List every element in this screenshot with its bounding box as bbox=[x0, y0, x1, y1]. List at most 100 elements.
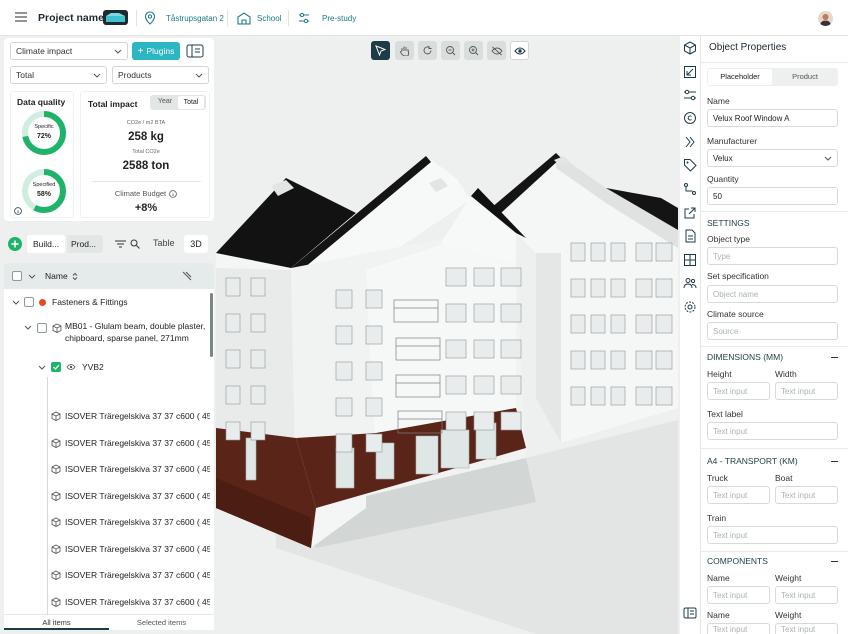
settings-sliders-icon[interactable] bbox=[683, 88, 697, 102]
collapse-panel-icon[interactable] bbox=[683, 606, 697, 620]
building-window bbox=[590, 314, 606, 334]
document-icon[interactable] bbox=[683, 229, 697, 243]
connections-icon[interactable] bbox=[683, 182, 697, 196]
name-column-header[interactable]: Name bbox=[45, 271, 68, 281]
tree-panel: Name Fasteners & Fittings MB01 - Glulam … bbox=[4, 263, 214, 630]
tab-prod[interactable]: Prod... bbox=[67, 235, 103, 253]
project-name[interactable]: Project name bbox=[38, 12, 104, 24]
tab-selected-items[interactable]: Selected items bbox=[109, 615, 214, 630]
orange-dot-icon bbox=[39, 298, 46, 306]
add-item-button[interactable] bbox=[8, 237, 22, 251]
collapse-minus-icon[interactable] bbox=[831, 357, 838, 358]
tree-leaf-row[interactable]: ISOVER Träregelskiva 37 37 c600 ( 45 bbox=[4, 483, 210, 509]
height-input[interactable]: Text input bbox=[707, 382, 770, 400]
tree-leaf-row[interactable]: ISOVER Träregelskiva 37 37 c600 ( 45 bbox=[4, 562, 210, 588]
building-window bbox=[473, 375, 495, 395]
tab-all-items[interactable]: All items bbox=[4, 615, 109, 630]
name-input[interactable]: Velux Roof Window A bbox=[707, 109, 838, 127]
building-model[interactable] bbox=[216, 38, 678, 634]
leaf-label: ISOVER Träregelskiva 37 37 c600 ( 45 bbox=[65, 517, 210, 527]
tab-3d[interactable]: 3D bbox=[184, 235, 208, 253]
tree-leaf-row[interactable]: ISOVER Träregelskiva 37 37 c600 ( 45 bbox=[4, 430, 210, 456]
specified-value: 58% bbox=[36, 191, 51, 198]
cube-outline-icon bbox=[51, 411, 61, 421]
tab-product[interactable]: Product bbox=[773, 69, 837, 85]
gear-icon[interactable] bbox=[683, 300, 697, 314]
component-name-input-2[interactable]: Text input bbox=[707, 623, 770, 634]
leaf-label: ISOVER Träregelskiva 37 37 c600 ( 45 bbox=[65, 543, 210, 554]
specific-donut: Specific 72% bbox=[21, 110, 67, 156]
tree-leaf-row[interactable]: ISOVER Träregelskiva 37 37 c600 ( 45 bbox=[4, 589, 210, 615]
building-type-link[interactable]: School bbox=[237, 0, 281, 36]
collapse-icon[interactable] bbox=[182, 271, 192, 281]
boat-input[interactable]: Text input bbox=[775, 486, 838, 504]
co2-icon[interactable] bbox=[683, 111, 697, 125]
width-input[interactable]: Text input bbox=[775, 382, 838, 400]
component-weight-input-2[interactable]: Text input bbox=[775, 623, 838, 634]
chevron-down-icon[interactable] bbox=[24, 325, 32, 330]
year-total-toggle[interactable]: Year Total bbox=[150, 95, 206, 110]
group-checkbox[interactable] bbox=[24, 297, 34, 307]
total-select[interactable]: Total bbox=[10, 66, 107, 84]
location-link[interactable]: Tåstrupsgatan 2 bbox=[144, 0, 224, 36]
menu-icon[interactable] bbox=[15, 12, 27, 22]
truck-input[interactable]: Text input bbox=[707, 486, 770, 504]
collapse-minus-icon[interactable] bbox=[831, 461, 838, 462]
tree-leaf-row[interactable]: ISOVER Träregelskiva 37 37 c600 ( 45 bbox=[4, 456, 210, 482]
chevron-down-icon[interactable] bbox=[28, 274, 36, 279]
user-avatar[interactable] bbox=[818, 11, 833, 26]
panel-toggle-icon[interactable] bbox=[186, 44, 204, 58]
chevron-down-icon[interactable] bbox=[12, 300, 20, 305]
quantity-input[interactable]: 50 bbox=[707, 187, 838, 205]
item-checkbox[interactable] bbox=[37, 323, 47, 333]
building-window bbox=[610, 386, 626, 406]
component-name-input[interactable]: Text input bbox=[707, 586, 770, 604]
tag-icon[interactable] bbox=[683, 158, 697, 172]
search-icon[interactable] bbox=[130, 239, 140, 249]
cube-outline-icon bbox=[51, 517, 61, 527]
train-input[interactable]: Text input bbox=[707, 526, 838, 544]
collapse-minus-icon[interactable] bbox=[831, 561, 838, 562]
tab-table[interactable]: Table bbox=[153, 238, 175, 248]
layers-icon[interactable] bbox=[683, 135, 697, 149]
impact-select[interactable]: Climate impact bbox=[10, 42, 128, 60]
info-icon[interactable] bbox=[169, 189, 177, 198]
3d-viewport[interactable] bbox=[216, 38, 678, 634]
text-label-input[interactable]: Text input bbox=[707, 422, 838, 440]
phase-link[interactable]: Pre-study bbox=[298, 0, 356, 36]
set-spec-input[interactable]: Object name bbox=[707, 285, 838, 303]
tree-group-row[interactable]: Fasteners & Fittings bbox=[4, 289, 208, 315]
import-icon[interactable] bbox=[683, 65, 697, 79]
dimensions-title-text: DIMENSIONS (MM) bbox=[707, 352, 784, 362]
manufacturer-select[interactable]: Velux bbox=[707, 149, 838, 167]
climate-source-input[interactable]: Source bbox=[707, 322, 838, 340]
building-window bbox=[500, 339, 522, 359]
grid-icon[interactable] bbox=[683, 253, 697, 267]
tree-sub-row[interactable]: YVB2 bbox=[4, 354, 208, 380]
products-select[interactable]: Products bbox=[112, 66, 209, 84]
tree-leaf-row[interactable]: ISOVER Träregelskiva 37 37 c600 ( 45 bbox=[4, 509, 210, 535]
info-icon[interactable] bbox=[14, 207, 22, 215]
sort-icon[interactable] bbox=[72, 272, 78, 281]
tree-leaf-row[interactable]: ISOVER Träregelskiva 37 37 c600 ( 45 bbox=[4, 536, 210, 562]
eye-icon[interactable] bbox=[66, 363, 76, 371]
cube-icon[interactable] bbox=[683, 41, 697, 55]
component-weight-input[interactable]: Text input bbox=[775, 586, 838, 604]
export-icon[interactable] bbox=[683, 206, 697, 220]
object-type-input[interactable]: Type bbox=[707, 247, 838, 265]
tab-build[interactable]: Build... bbox=[27, 235, 65, 253]
tree-leaf-row[interactable]: ISOVER Träregelskiva 37 37 c600 ( 45 bbox=[4, 403, 210, 429]
plugins-button[interactable]: + Plugins bbox=[132, 42, 180, 60]
building-type-text: School bbox=[257, 13, 282, 23]
sub-checkbox[interactable] bbox=[51, 362, 61, 372]
toggle-total[interactable]: Total bbox=[178, 96, 204, 109]
building-window bbox=[590, 278, 606, 298]
filter-icon[interactable] bbox=[115, 240, 126, 248]
chevron-down-icon[interactable] bbox=[38, 365, 46, 370]
toggle-year[interactable]: Year bbox=[153, 98, 177, 105]
select-all-checkbox[interactable] bbox=[12, 271, 22, 281]
users-icon[interactable] bbox=[683, 276, 697, 290]
tree-item-row[interactable]: MB01 - Glulam beam, double plaster, chip… bbox=[4, 317, 208, 347]
tab-placeholder[interactable]: Placeholder bbox=[708, 69, 772, 85]
project-thumbnail[interactable] bbox=[103, 10, 128, 25]
